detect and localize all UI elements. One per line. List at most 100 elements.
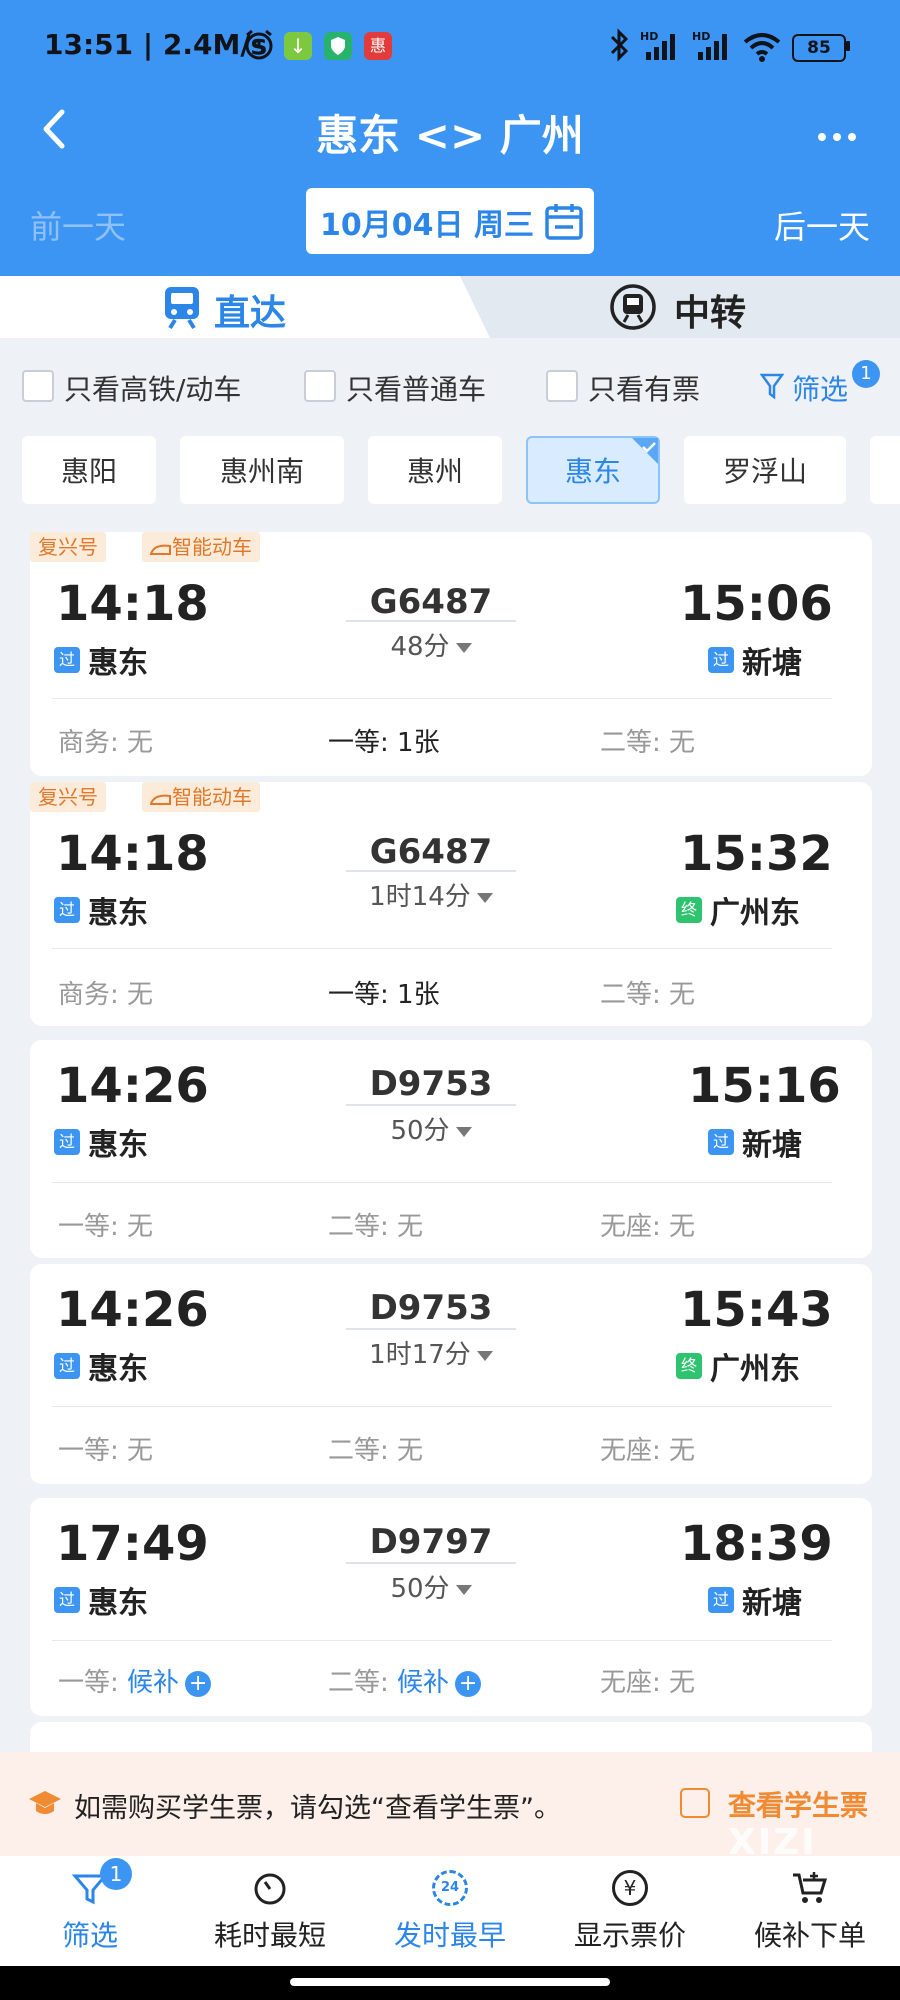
pass-badge: 过 bbox=[54, 1129, 80, 1155]
pass-badge: 过 bbox=[54, 1587, 80, 1613]
train-number: D9753 bbox=[369, 1288, 493, 1328]
signal-icon-1: HD bbox=[640, 30, 686, 62]
train-number: G6487 bbox=[369, 832, 493, 872]
filter-button[interactable]: 筛选 bbox=[792, 368, 848, 408]
tab-direct-label: 直达 bbox=[214, 293, 287, 334]
add-waitlist-icon[interactable]: + bbox=[455, 1670, 482, 1697]
nav-filter[interactable]: 1 筛选 bbox=[0, 1856, 180, 1966]
seat-no-seat: 无座: 无 bbox=[600, 1436, 696, 1466]
duration-line bbox=[346, 1562, 516, 1564]
duration[interactable]: 48分 bbox=[346, 626, 516, 663]
train-tag-fuxing: 复兴号 bbox=[30, 782, 106, 812]
signal-icon-2: HD bbox=[692, 30, 738, 62]
home-indicator[interactable] bbox=[290, 1978, 610, 1986]
duration[interactable]: 50分 bbox=[346, 1568, 516, 1605]
quick-filter-row: 只看高铁/动车 只看普通车 只看有票 筛选 1 bbox=[0, 338, 900, 422]
train-number: D9797 bbox=[369, 1522, 493, 1562]
available-only-checkbox[interactable] bbox=[546, 370, 578, 402]
student-ticket-label[interactable]: 查看学生票 bbox=[728, 1784, 868, 1824]
train-card[interactable]: 17:49 D9797 50分 18:39 过惠东 过新塘 一等: 候补 + 二等… bbox=[30, 1498, 872, 1716]
station-chip-huiyang[interactable]: 惠阳 bbox=[22, 436, 156, 504]
funnel-icon[interactable] bbox=[760, 372, 784, 400]
seat-second-class: 二等: 无 bbox=[328, 1212, 424, 1242]
seat-second-class: 二等: 无 bbox=[600, 980, 696, 1010]
page-title: 惠东 <> 广州 bbox=[316, 111, 584, 160]
departure-station: 过惠东 bbox=[54, 1578, 148, 1622]
train-card[interactable]: 复兴号 智能动车 14:18 G6487 1时14分 15:32 过惠东 终广州… bbox=[30, 782, 872, 1026]
departure-time: 14:26 bbox=[56, 1282, 209, 1338]
train-tag-smart-emu: 智能动车 bbox=[142, 782, 260, 812]
nav-waitlist-label: 候补下单 bbox=[753, 1919, 866, 1952]
high-speed-only-checkbox[interactable] bbox=[22, 370, 54, 402]
dropdown-icon bbox=[455, 642, 472, 653]
dropdown-icon bbox=[476, 1350, 493, 1361]
train-card[interactable]: 14:26 D9753 1时17分 15:43 过惠东 终广州东 一等: 无 二… bbox=[30, 1264, 872, 1484]
yuan-icon: ¥ bbox=[612, 1870, 648, 1906]
date-picker[interactable]: 10月04日 周三 bbox=[306, 188, 594, 254]
clock-24h-icon: 24 bbox=[432, 1870, 468, 1906]
student-notice-text: 如需购买学生票，请勾选“查看学生票”。 bbox=[74, 1793, 561, 1824]
seat-second-class: 二等: 无 bbox=[600, 728, 696, 758]
train-icon bbox=[165, 287, 199, 330]
more-options-icon[interactable] bbox=[818, 126, 856, 145]
station-chip-luofushan[interactable]: 罗浮山 bbox=[684, 436, 846, 504]
card-divider bbox=[52, 1640, 832, 1641]
arrival-time: 15:06 bbox=[680, 576, 833, 632]
nav-show-price[interactable]: ¥ 显示票价 bbox=[540, 1856, 720, 1966]
tab-direct[interactable]: 直达 bbox=[0, 276, 490, 338]
next-day-button[interactable]: 后一天 bbox=[774, 202, 870, 248]
high-speed-only-label[interactable]: 只看高铁/动车 bbox=[64, 368, 241, 408]
train-card[interactable]: 复兴号 智能动车 14:18 G6487 48分 15:06 过惠东 过新塘 商… bbox=[30, 532, 872, 776]
duration-line bbox=[346, 1104, 516, 1106]
departure-time: 17:49 bbox=[56, 1516, 209, 1572]
nav-shortest-duration[interactable]: 耗时最短 bbox=[180, 1856, 360, 1966]
departure-station: 过惠东 bbox=[54, 888, 148, 932]
waitlist-link[interactable]: 候补 bbox=[397, 1668, 449, 1698]
pass-badge: 过 bbox=[54, 897, 80, 923]
battery-tip bbox=[846, 41, 850, 51]
pass-badge: 过 bbox=[54, 647, 80, 673]
departure-station: 过惠东 bbox=[54, 638, 148, 682]
seat-first-class: 一等: 1张 bbox=[328, 980, 440, 1010]
nav-filter-badge: 1 bbox=[100, 1858, 132, 1890]
regular-only-checkbox[interactable] bbox=[304, 370, 336, 402]
station-chip-huizhou[interactable]: 惠州 bbox=[368, 436, 502, 504]
nav-earliest-departure[interactable]: 24 发时最早 bbox=[360, 1856, 540, 1966]
dropdown-icon bbox=[455, 1584, 472, 1595]
arrival-time: 15:16 bbox=[688, 1058, 841, 1114]
timer-icon bbox=[254, 1873, 286, 1905]
station-chip-huizhounan[interactable]: 惠州南 bbox=[180, 436, 344, 504]
nav-filter-label: 筛选 bbox=[61, 1919, 118, 1952]
regular-only-label[interactable]: 只看普通车 bbox=[346, 368, 486, 408]
calendar-icon bbox=[545, 204, 583, 240]
tab-transfer[interactable]: 中转 bbox=[580, 276, 830, 338]
status-time-speed: 13:51 | 2.4M/s bbox=[44, 28, 268, 61]
prev-day-button[interactable]: 前一天 bbox=[30, 202, 126, 248]
train-card[interactable]: 14:26 D9753 50分 15:16 过惠东 过新塘 一等: 无 二等: … bbox=[30, 1040, 872, 1258]
nav-waitlist-order[interactable]: 候补下单 bbox=[720, 1856, 900, 1966]
duration-line bbox=[346, 870, 516, 872]
card-divider bbox=[52, 698, 832, 699]
duration-line bbox=[346, 1328, 516, 1330]
departure-time: 14:18 bbox=[56, 826, 209, 882]
duration[interactable]: 50分 bbox=[346, 1110, 516, 1147]
battery-icon: 85 bbox=[792, 34, 846, 62]
dropdown-icon bbox=[476, 892, 493, 903]
student-ticket-checkbox[interactable] bbox=[680, 1788, 710, 1818]
terminal-badge: 终 bbox=[676, 897, 702, 923]
arrival-station: 终广州东 bbox=[676, 888, 800, 932]
bullet-train-icon bbox=[149, 794, 171, 805]
train-tag-smart-emu: 智能动车 bbox=[142, 532, 260, 562]
duration[interactable]: 1时14分 bbox=[346, 876, 516, 913]
station-chip-overflow[interactable] bbox=[870, 436, 900, 504]
back-arrow-icon[interactable] bbox=[36, 104, 72, 154]
add-waitlist-icon[interactable]: + bbox=[185, 1670, 212, 1697]
train-number: D9753 bbox=[369, 1064, 493, 1104]
waitlist-link[interactable]: 候补 bbox=[127, 1668, 179, 1698]
arrival-time: 15:43 bbox=[680, 1282, 833, 1338]
seat-no-seat: 无座: 无 bbox=[600, 1212, 696, 1242]
departure-station: 过惠东 bbox=[54, 1344, 148, 1388]
available-only-label[interactable]: 只看有票 bbox=[588, 368, 700, 408]
duration[interactable]: 1时17分 bbox=[346, 1334, 516, 1371]
graduation-cap-icon bbox=[29, 1791, 61, 1814]
